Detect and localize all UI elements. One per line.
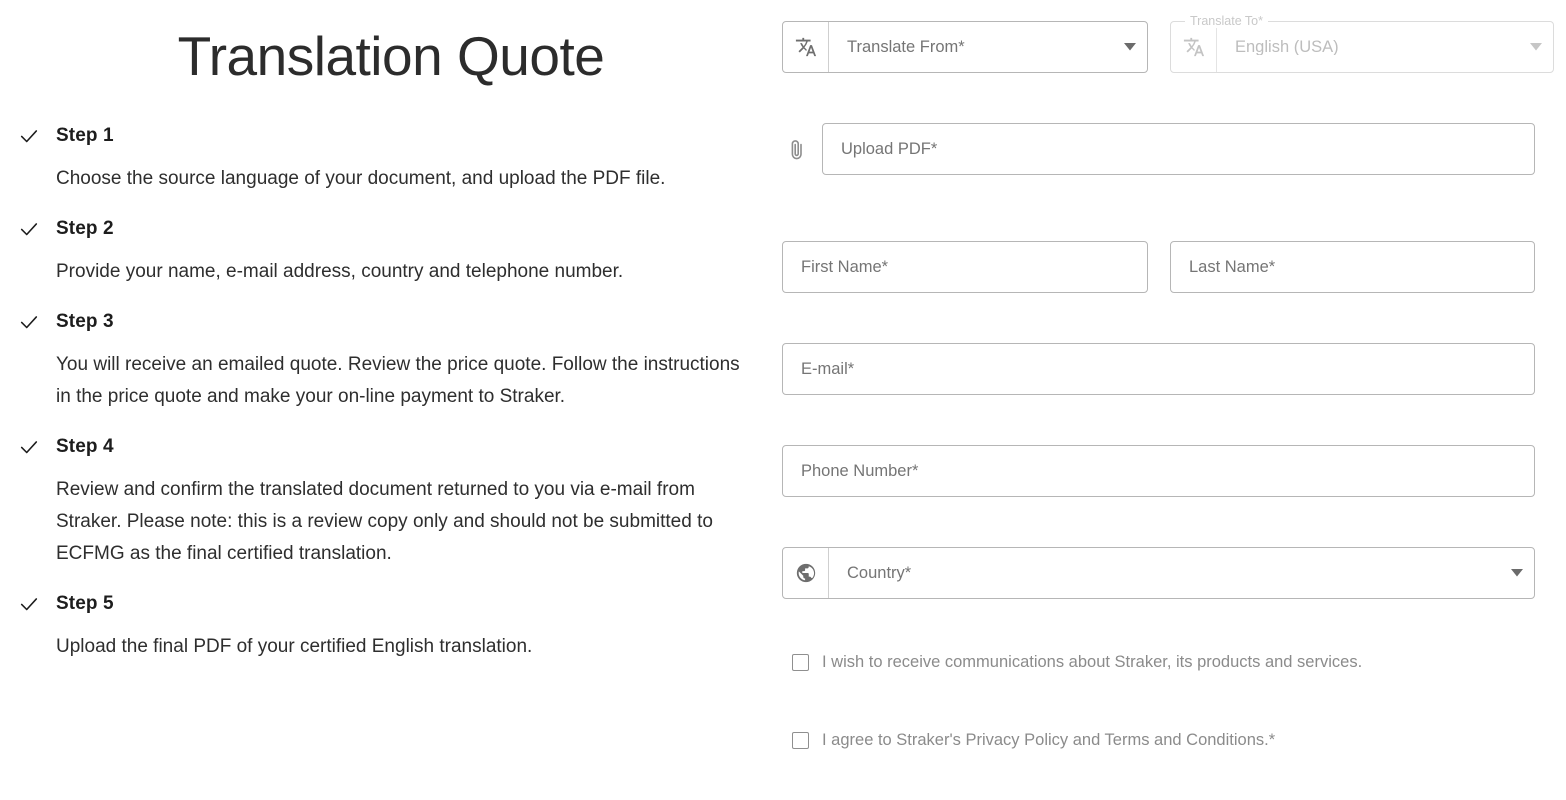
email-input[interactable] [783, 359, 1534, 379]
chevron-down-icon[interactable] [1500, 569, 1534, 577]
step-label: Step 2 [56, 217, 114, 239]
globe-icon [783, 548, 829, 598]
translate-to-floating-label: Translate To* [1185, 14, 1268, 28]
step-label: Step 3 [56, 310, 114, 332]
first-name-input[interactable] [783, 257, 1147, 277]
privacy-consent-checkbox[interactable] [792, 732, 809, 750]
check-icon [18, 593, 56, 615]
step-header: Step 3 [18, 306, 770, 338]
check-icon [18, 436, 56, 458]
step-item: Step 2 Provide your name, e-mail address… [18, 213, 770, 288]
phone-input[interactable] [783, 461, 1534, 481]
marketing-consent-label: I wish to receive communications about S… [822, 653, 1363, 671]
step-header: Step 1 [18, 120, 770, 152]
paperclip-icon [782, 135, 812, 165]
step-header: Step 4 [18, 431, 770, 463]
upload-pdf-field[interactable] [822, 123, 1535, 175]
last-name-field[interactable] [1170, 241, 1535, 293]
step-item: Step 1 Choose the source language of you… [18, 120, 770, 195]
country-select[interactable] [782, 547, 1535, 599]
step-body: You will receive an emailed quote. Revie… [56, 353, 740, 407]
chevron-down-icon[interactable] [1519, 43, 1553, 51]
step-body: Provide your name, e-mail address, count… [56, 260, 624, 282]
check-icon [18, 218, 56, 240]
step-item: Step 4 Review and confirm the translated… [18, 431, 770, 570]
check-icon [18, 311, 56, 333]
quote-form: Translate To* English (USA) [770, 0, 1566, 800]
country-input[interactable] [829, 563, 1500, 583]
first-name-field[interactable] [782, 241, 1148, 293]
step-header: Step 5 [18, 588, 770, 620]
translate-icon [783, 22, 829, 72]
chevron-down-icon[interactable] [1113, 43, 1147, 51]
translate-from-select[interactable] [782, 21, 1148, 73]
step-header: Step 2 [18, 213, 770, 245]
translate-to-value: English (USA) [1235, 38, 1339, 56]
email-field[interactable] [782, 343, 1535, 395]
step-body: Review and confirm the translated docume… [56, 478, 713, 564]
marketing-consent-row[interactable]: I wish to receive communications about S… [792, 653, 1362, 673]
step-label: Step 5 [56, 592, 114, 614]
step-item: Step 3 You will receive an emailed quote… [18, 306, 770, 413]
translation-quote-page: Translation Quote Step 1 Choose the sour… [0, 0, 1566, 800]
translate-to-select[interactable]: Translate To* English (USA) [1170, 14, 1554, 73]
phone-field[interactable] [782, 445, 1535, 497]
upload-pdf-input[interactable] [823, 139, 1534, 159]
marketing-consent-checkbox[interactable] [792, 654, 809, 672]
steps-list: Step 1 Choose the source language of you… [0, 120, 770, 663]
step-label: Step 1 [56, 124, 114, 146]
step-item: Step 5 Upload the final PDF of your cert… [18, 588, 770, 663]
translate-from-input[interactable] [829, 37, 1113, 57]
page-title: Translation Quote [177, 25, 605, 87]
translate-icon [1171, 22, 1217, 72]
privacy-consent-label: I agree to Straker's Privacy Policy and … [822, 731, 1276, 749]
step-body: Choose the source language of your docum… [56, 167, 666, 189]
step-label: Step 4 [56, 435, 114, 457]
instructions-panel: Translation Quote Step 1 Choose the sour… [0, 0, 770, 800]
last-name-input[interactable] [1171, 257, 1534, 277]
privacy-consent-row[interactable]: I agree to Straker's Privacy Policy and … [792, 731, 1275, 751]
check-icon [18, 125, 56, 147]
step-body: Upload the final PDF of your certified E… [56, 635, 533, 657]
